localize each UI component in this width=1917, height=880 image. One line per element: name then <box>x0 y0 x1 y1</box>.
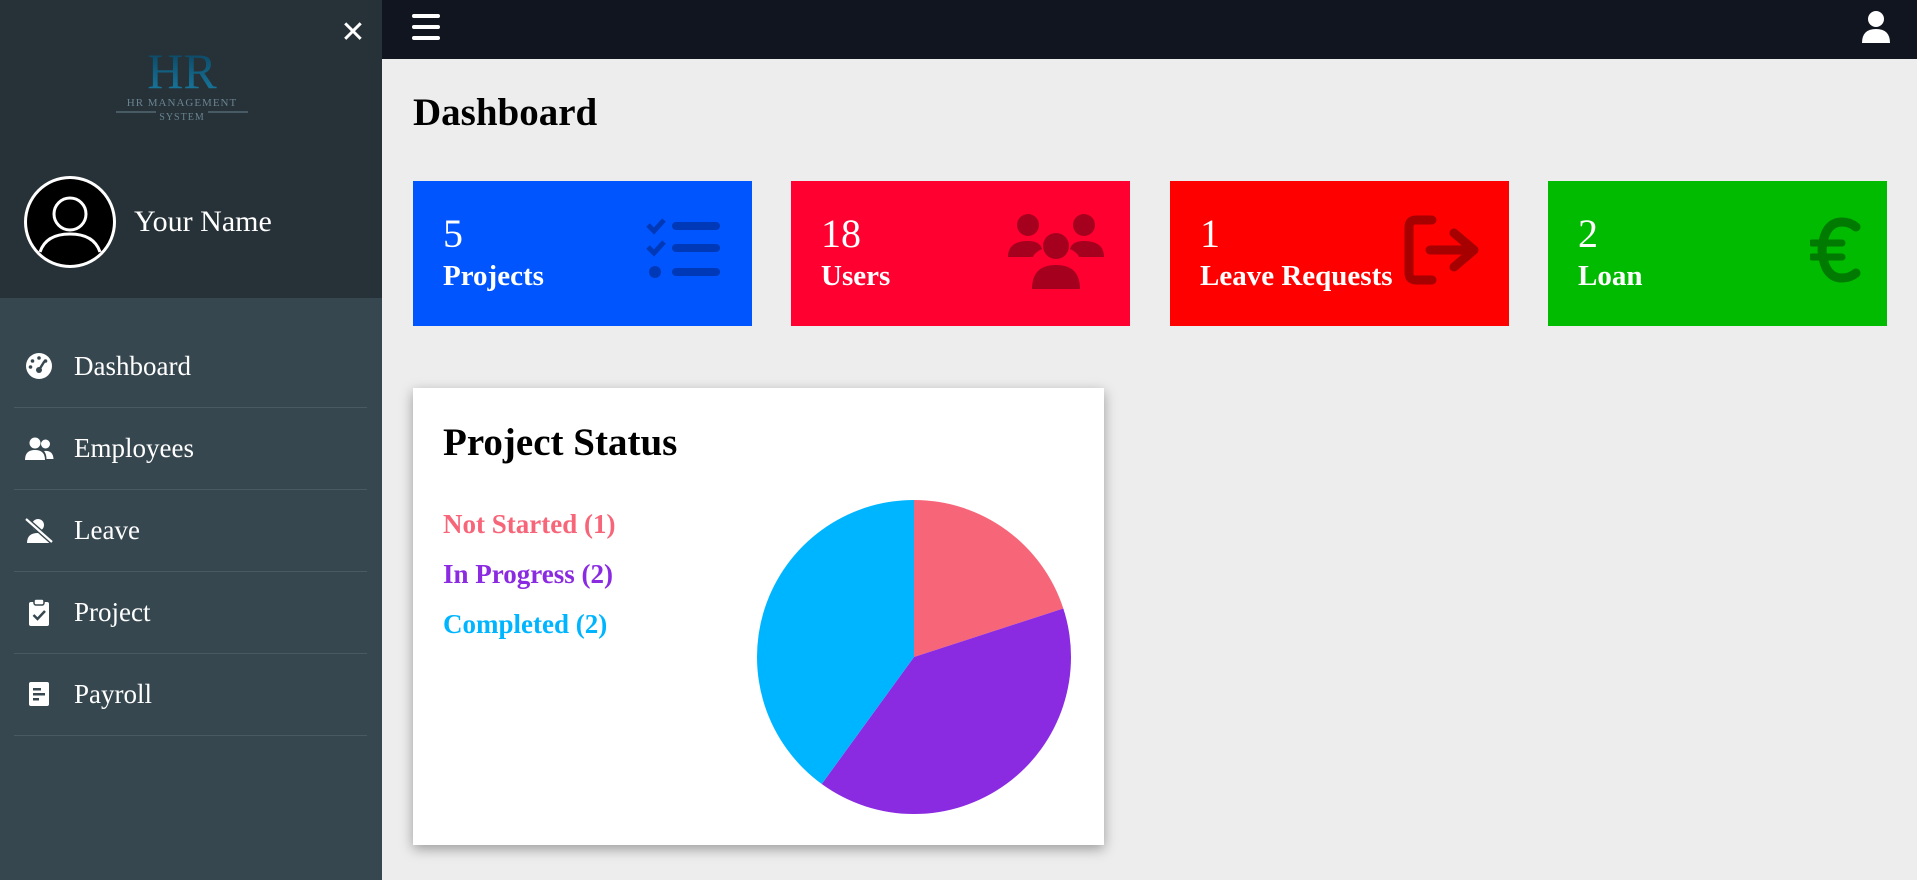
hamburger-menu-icon[interactable] <box>412 14 440 40</box>
card-count: 18 <box>821 211 861 256</box>
legend-not-started[interactable]: Not Started (1) <box>443 506 615 556</box>
legend-completed[interactable]: Completed (2) <box>443 606 615 656</box>
user-icon[interactable] <box>1860 10 1892 44</box>
users-icon <box>25 437 54 460</box>
card-label: Users <box>821 260 891 292</box>
card-count: 5 <box>443 211 463 256</box>
project-status-pie-chart <box>757 500 1071 814</box>
sidebar-item-project[interactable]: Project <box>14 572 367 654</box>
receipt-icon <box>29 682 49 706</box>
card-count: 2 <box>1578 211 1598 256</box>
logo-mark: HR <box>147 44 217 99</box>
card-label: Loan <box>1578 260 1643 292</box>
clipboard-check-icon <box>29 598 49 626</box>
topbar <box>382 0 1917 59</box>
sidebar-item-label: Dashboard <box>74 351 191 381</box>
project-status-title: Project Status <box>443 421 678 464</box>
sidebar-item-dashboard[interactable]: Dashboard <box>14 326 367 408</box>
sidebar-nav: Dashboard Employees Leave Project Payrol… <box>14 326 367 736</box>
card-label: Projects <box>443 260 544 292</box>
task-list-icon <box>646 218 720 278</box>
card-label: Leave Requests <box>1200 260 1393 292</box>
projects-card[interactable]: 5 Projects <box>413 181 752 326</box>
sidebar-item-label: Leave <box>74 515 140 545</box>
close-icon[interactable]: ✕ <box>336 16 370 50</box>
users-card[interactable]: 18 Users <box>791 181 1130 326</box>
logo-line2: SYSTEM <box>159 112 204 122</box>
sidebar-item-employees[interactable]: Employees <box>14 408 367 490</box>
sidebar-item-label: Project <box>74 597 151 627</box>
leave-requests-card[interactable]: 1 Leave Requests <box>1170 181 1509 326</box>
page-title: Dashboard <box>413 91 598 134</box>
dashboard-gauge-icon <box>26 353 52 379</box>
hr-logo: HR HR MANAGEMENT SYSTEM <box>116 44 248 122</box>
euro-icon <box>1810 217 1861 283</box>
user-name: Your Name <box>134 205 272 238</box>
user-avatar-icon <box>27 179 113 265</box>
avatar[interactable] <box>24 176 116 268</box>
logo-line1: HR MANAGEMENT <box>127 97 237 109</box>
sidebar-item-leave[interactable]: Leave <box>14 490 367 572</box>
project-status-panel: Project Status Not Started (1) In Progre… <box>413 388 1104 845</box>
sidebar-item-label: Payroll <box>74 679 152 709</box>
loan-card[interactable]: 2 Loan <box>1548 181 1887 326</box>
sidebar: ✕ HR HR MANAGEMENT SYSTEM Your Name Dash… <box>0 0 382 880</box>
users-group-icon <box>1008 214 1104 289</box>
sidebar-item-payroll[interactable]: Payroll <box>14 654 367 736</box>
user-slash-icon <box>24 517 54 544</box>
card-count: 1 <box>1200 211 1220 256</box>
legend-in-progress[interactable]: In Progress (2) <box>443 556 615 606</box>
sidebar-item-label: Employees <box>74 433 194 463</box>
sign-out-icon <box>1404 215 1479 285</box>
sidebar-header: ✕ HR HR MANAGEMENT SYSTEM Your Name <box>0 0 382 298</box>
chart-legend: Not Started (1) In Progress (2) Complete… <box>443 506 615 656</box>
